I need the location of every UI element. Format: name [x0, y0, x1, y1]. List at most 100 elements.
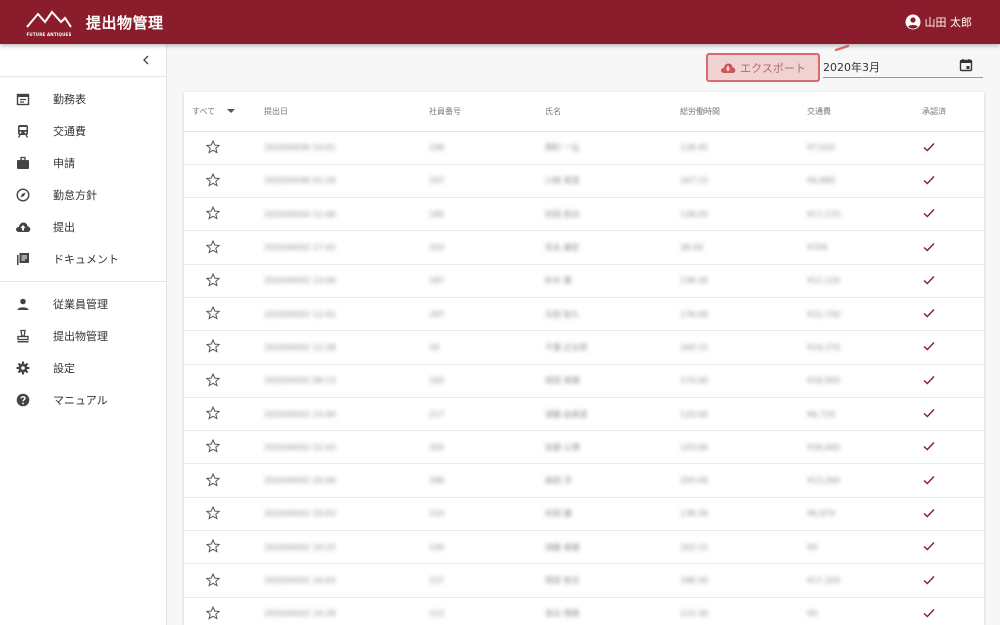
table-row[interactable]: 2020/04/02 20:06 286 森田 洋 205:00 ¥13,260 — [184, 463, 984, 498]
sidebar-item-submit[interactable]: 提出 — [0, 211, 166, 243]
employee-name: 村田 謙 — [545, 509, 572, 519]
column-header-total-hours[interactable]: 総労働時間 — [680, 92, 807, 132]
star-cell — [184, 131, 264, 165]
table-row[interactable]: 2020/04/06 14:01 246 相町 一弘 128:45 ¥7,020 — [184, 131, 984, 165]
table-row[interactable]: 2020/04/02 14:28 112 長谷 理恵 122:30 ¥0 — [184, 597, 984, 625]
company-logo[interactable]: FUTURE ANTIQUES — [24, 7, 74, 37]
table-row[interactable]: 2020/04/02 19:25 195 須藤 美穂 202:15 ¥0 — [184, 530, 984, 565]
star-icon[interactable] — [205, 305, 221, 320]
month-picker[interactable]: 2020年3月 — [823, 56, 983, 78]
table-row[interactable]: 2020/04/02 08:13 165 坂田 美穂 174:00 ¥18,950 — [184, 364, 984, 398]
check-icon[interactable] — [922, 273, 936, 287]
calendar-picker-icon[interactable] — [959, 58, 973, 72]
column-header-approved[interactable]: 承認済 — [922, 92, 984, 132]
cell-name: 先永 康史 — [545, 230, 680, 265]
table-row[interactable]: 2020/04/02 16:03 227 岡部 智也 188:30 ¥17,320 — [184, 563, 984, 598]
export-label: エクスポート — [740, 61, 806, 75]
column-header-name[interactable]: 氏名 — [545, 92, 680, 132]
cell-name: 村田 拓也 — [545, 197, 680, 232]
star-icon[interactable] — [205, 572, 221, 587]
table-row[interactable]: 2020/04/02 20:03 233 村田 謙 138:30 ¥6,974 — [184, 497, 984, 532]
cell-transport: ¥7,020 — [807, 131, 922, 165]
submitted-date: 2020/04/02 12:42 — [264, 309, 336, 319]
sidebar-item-manual[interactable]: マニュアル — [0, 384, 166, 416]
filter-select[interactable]: すべて — [192, 106, 236, 117]
table-row[interactable]: 2020/04/02 22:43 265 安藤 公博 143:00 ¥18,600 — [184, 430, 984, 465]
column-header-date[interactable]: 提出日 — [264, 92, 429, 132]
table-row[interactable]: 2020/04/04 11:06 185 村田 拓也 138:05 ¥17,170 — [184, 197, 984, 232]
cell-date: 2020/04/02 22:43 — [264, 430, 429, 465]
star-icon[interactable] — [205, 239, 221, 254]
star-icon[interactable] — [205, 272, 221, 287]
sidebar-item-submissions[interactable]: 提出物管理 — [0, 320, 166, 352]
sidebar-item-transport[interactable]: 交通費 — [0, 115, 166, 147]
cell-total-hours: 188:30 — [680, 563, 807, 598]
star-icon[interactable] — [205, 605, 221, 620]
star-icon[interactable] — [205, 339, 221, 354]
employee-name: 川崎 美里 — [545, 176, 580, 186]
check-icon[interactable] — [922, 240, 936, 254]
star-icon[interactable] — [205, 139, 221, 154]
sidebar-item-label: 申請 — [53, 157, 75, 170]
filter-header[interactable]: すべて — [184, 92, 264, 132]
table-row[interactable]: 2020/04/02 12:38 18 千葉 正太郎 160:15 ¥19,270 — [184, 330, 984, 365]
check-icon[interactable] — [922, 406, 936, 420]
chevron-left-icon[interactable] — [140, 54, 152, 66]
column-header-employee-id[interactable]: 社員番号 — [429, 92, 545, 132]
star-icon[interactable] — [205, 205, 221, 220]
check-icon[interactable] — [922, 339, 936, 353]
check-icon[interactable] — [922, 206, 936, 220]
cell-employee-id: 265 — [429, 430, 545, 465]
star-icon[interactable] — [205, 405, 221, 420]
stamp-icon — [15, 328, 31, 344]
star-cell — [184, 530, 264, 565]
check-icon[interactable] — [922, 306, 936, 320]
table-row[interactable]: 2020/04/02 23:44 217 須藤 由美里 120:00 ¥6,720 — [184, 397, 984, 432]
cell-date: 2020/04/02 23:44 — [264, 397, 429, 432]
check-icon[interactable] — [922, 439, 936, 453]
cell-total-hours: 138:05 — [680, 197, 807, 232]
account-circle-icon — [905, 14, 920, 30]
cell-transport: ¥17,170 — [807, 197, 922, 232]
sidebar-item-employees[interactable]: 従業員管理 — [0, 288, 166, 320]
star-icon[interactable] — [205, 538, 221, 553]
user-menu[interactable]: 山田 太郎 — [905, 0, 972, 44]
filter-label: すべて — [192, 106, 216, 116]
cell-name: 森田 洋 — [545, 463, 680, 498]
employee-name: 須藤 由美里 — [545, 409, 588, 419]
check-icon[interactable] — [922, 606, 936, 620]
check-icon[interactable] — [922, 539, 936, 553]
check-icon[interactable] — [922, 573, 936, 587]
check-icon[interactable] — [922, 173, 936, 187]
column-header-transport[interactable]: 交通費 — [807, 92, 922, 132]
sidebar-item-request[interactable]: 申請 — [0, 147, 166, 179]
table-row[interactable]: 2020/04/02 12:42 297 元田 智久 176:00 ¥12,730 — [184, 297, 984, 332]
star-icon[interactable] — [205, 472, 221, 487]
sidebar-item-timesheet[interactable]: 勤務表 — [0, 83, 166, 115]
employee-id: 187 — [429, 276, 445, 286]
employee-id: 227 — [429, 576, 445, 585]
table-row[interactable]: 2020/04/02 13:06 187 鈴木 優 138:30 ¥12,120 — [184, 264, 984, 298]
cell-transport: ¥6,720 — [807, 397, 922, 432]
sidebar-item-label: 提出物管理 — [53, 330, 108, 343]
sidebar-item-settings[interactable]: 設定 — [0, 352, 166, 384]
star-icon[interactable] — [205, 172, 221, 187]
star-icon[interactable] — [205, 439, 221, 453]
table-row[interactable]: 2020/04/06 01:26 207 川崎 美里 167:15 ¥6,880 — [184, 164, 984, 199]
check-icon[interactable] — [922, 506, 936, 520]
table-row[interactable]: 2020/04/02 17:42 203 先永 康史 38:00 ¥704 — [184, 230, 984, 265]
sidebar-item-attendance-policy[interactable]: 勤怠方針 — [0, 179, 166, 211]
check-icon[interactable] — [922, 473, 936, 487]
export-button[interactable]: エクスポート — [706, 53, 820, 82]
cell-total-hours: 160:15 — [680, 330, 807, 365]
star-icon[interactable] — [205, 372, 221, 387]
check-icon[interactable] — [922, 373, 936, 387]
check-icon[interactable] — [922, 140, 936, 154]
page-title: 提出物管理 — [86, 13, 164, 32]
cell-name: 相町 一弘 — [545, 131, 680, 165]
employee-id: 18 — [429, 342, 440, 352]
employee-id: 195 — [429, 542, 445, 552]
sidebar-item-documents[interactable]: ドキュメント — [0, 243, 166, 275]
cell-approved — [922, 230, 984, 265]
star-icon[interactable] — [205, 505, 221, 520]
